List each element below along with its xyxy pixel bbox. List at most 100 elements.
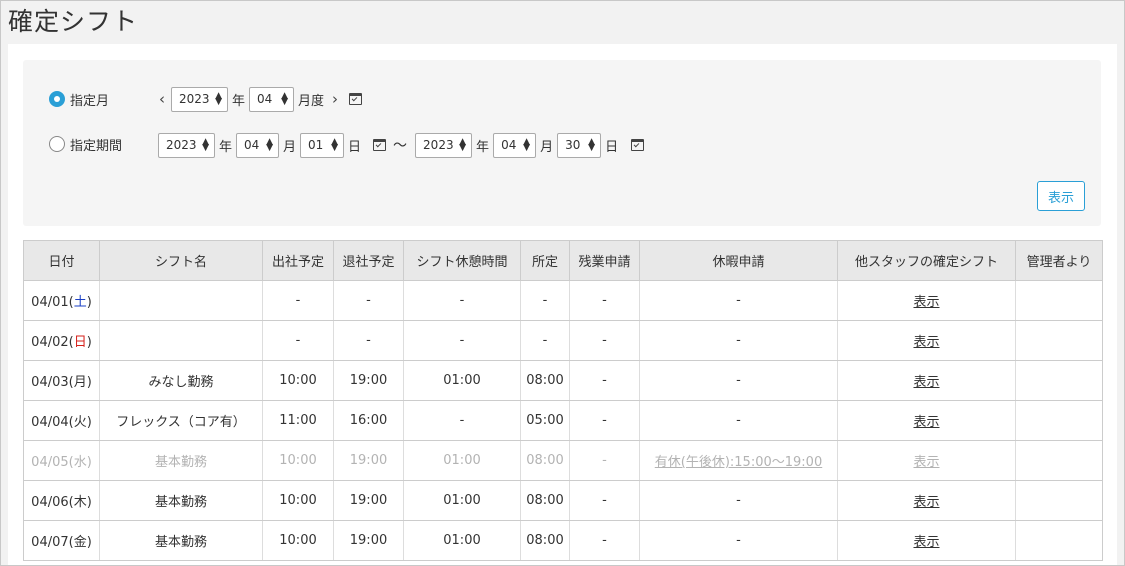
table-row: 04/01(土) - - - - - - 表示 xyxy=(23,280,1103,321)
show-other-staff-link[interactable]: 表示 xyxy=(913,415,939,430)
weekday-label: 木 xyxy=(73,495,87,510)
show-other-staff-link[interactable]: 表示 xyxy=(913,495,939,510)
clock-out-cell: 19:00 xyxy=(333,440,404,481)
weekday-label: 月 xyxy=(73,375,87,390)
column-header: 日付 xyxy=(23,240,100,281)
from-month-select[interactable]: 04 ▲ ▼ xyxy=(236,132,280,158)
show-other-staff-link[interactable]: 表示 xyxy=(913,335,939,350)
date-cell: 04/06(木) xyxy=(23,480,100,521)
break-time-cell: 01:00 xyxy=(403,440,521,481)
clock-out-cell: 19:00 xyxy=(333,360,404,401)
clock-out-cell: - xyxy=(333,280,404,321)
sort-arrows-icon: ▲ ▼ xyxy=(281,91,289,107)
year-unit: 年 xyxy=(232,93,246,109)
admin-note-cell xyxy=(1015,520,1103,561)
day-unit: 日 xyxy=(605,139,619,155)
from-year-select[interactable]: 2023 ▲ ▼ xyxy=(158,132,215,158)
calendar-icon[interactable] xyxy=(349,93,363,105)
admin-note-cell xyxy=(1015,480,1103,521)
from-calendar-icon[interactable] xyxy=(373,139,387,151)
date-cell: 04/01(土) xyxy=(23,280,100,321)
weekday-label: 火 xyxy=(73,415,87,430)
sort-arrows-icon: ▲ ▼ xyxy=(202,137,209,153)
column-header: 管理者より xyxy=(1015,240,1103,281)
shift-name-cell: みなし勤務 xyxy=(99,360,263,401)
leave-request-cell: - xyxy=(639,520,838,561)
table-header-row: 日付 シフト名 出社予定 退社予定 シフト休憩時間 所定 残業申請 休暇申請 他スタッフの確定シ… xyxy=(23,240,1103,281)
leave-request-link[interactable]: 有休(午後休):15:00〜19:00 xyxy=(655,455,822,470)
period-selector: 2023 ▲ ▼ 年 04 ▲ ▼ 月 01 ▲ ▼ 日 〜 2023 ▲ ▼ 年 04 ▲ ▼ 月… xyxy=(158,132,649,158)
period-mode-label[interactable]: 指定期間 xyxy=(70,135,122,154)
clock-in-cell: - xyxy=(262,280,334,321)
show-other-staff-link[interactable]: 表示 xyxy=(913,455,939,470)
month-mode-radio[interactable] xyxy=(49,91,65,107)
other-staff-shift-cell: 表示 xyxy=(837,280,1016,321)
month-mode-month-select[interactable]: 04 ▲ ▼ xyxy=(249,86,295,112)
to-month-select[interactable]: 04 ▲ ▼ xyxy=(493,132,537,158)
column-header: 退社予定 xyxy=(333,240,404,281)
table-row: 04/03(月) みなし勤務 10:00 19:00 01:00 08:00- - 表示 xyxy=(23,360,1103,401)
leave-request-cell: - xyxy=(639,480,838,521)
break-time-cell: - xyxy=(403,280,521,321)
shift-name-cell: 基本勤務 xyxy=(99,480,263,521)
year-unit: 年 xyxy=(219,139,233,155)
admin-note-cell xyxy=(1015,360,1103,401)
range-separator: 〜 xyxy=(393,138,408,154)
clock-out-cell: 19:00 xyxy=(333,520,404,561)
column-header: シフト名 xyxy=(99,240,263,281)
period-mode-radio[interactable] xyxy=(49,136,65,152)
show-other-staff-link[interactable]: 表示 xyxy=(913,535,939,550)
break-time-cell: 01:00 xyxy=(403,520,521,561)
month-unit: 月 xyxy=(540,139,554,155)
clock-out-cell: 19:00 xyxy=(333,480,404,521)
scheduled-hours-cell: 08:00 xyxy=(520,360,570,401)
month-unit: 月度 xyxy=(298,93,325,109)
admin-note-cell xyxy=(1015,320,1103,361)
shift-name-cell: 基本勤務 xyxy=(99,520,263,561)
clock-in-cell: 10:00 xyxy=(262,480,334,521)
column-header: シフト休憩時間 xyxy=(403,240,521,281)
overtime-request-cell: - xyxy=(569,440,640,481)
leave-request-cell: - xyxy=(639,360,838,401)
to-year-select[interactable]: 2023 ▲ ▼ xyxy=(415,132,473,158)
next-month-chevron-icon[interactable]: › xyxy=(332,90,338,108)
overtime-request-cell: - xyxy=(569,520,640,561)
clock-in-cell: - xyxy=(262,320,334,361)
show-other-staff-link[interactable]: 表示 xyxy=(913,375,939,390)
month-selector: ‹ 2023 ▲ ▼ 年 04 ▲ ▼ 月度 › xyxy=(153,86,369,112)
admin-note-cell xyxy=(1015,440,1103,481)
to-calendar-icon[interactable] xyxy=(631,139,645,151)
other-staff-shift-cell: 表示 xyxy=(837,320,1016,361)
sort-arrows-icon: ▲ ▼ xyxy=(331,137,339,153)
weekday-label: 土 xyxy=(73,295,87,310)
scheduled-hours-cell: 08:00 xyxy=(520,440,570,481)
break-time-cell: 01:00 xyxy=(403,360,521,401)
admin-note-cell xyxy=(1015,400,1103,441)
show-button[interactable]: 表示 xyxy=(1037,181,1085,211)
month-mode-label[interactable]: 指定月 xyxy=(70,90,109,109)
other-staff-shift-cell: 表示 xyxy=(837,480,1016,521)
table-row: 04/06(木) 基本勤務 10:00 19:00 01:00 08:00- - 表示 xyxy=(23,480,1103,521)
admin-note-cell xyxy=(1015,280,1103,321)
scheduled-hours-cell: 08:00 xyxy=(520,480,570,521)
sort-arrows-icon: ▲ ▼ xyxy=(266,137,274,153)
year-unit: 年 xyxy=(476,139,490,155)
overtime-request-cell: - xyxy=(569,280,640,321)
sort-arrows-icon: ▲ ▼ xyxy=(459,137,467,153)
date-cell: 04/05(水) xyxy=(23,440,100,481)
break-time-cell: - xyxy=(403,320,521,361)
prev-month-chevron-icon[interactable]: ‹ xyxy=(159,90,165,108)
to-day-select[interactable]: 30 ▲ ▼ xyxy=(557,132,602,158)
show-other-staff-link[interactable]: 表示 xyxy=(913,295,939,310)
other-staff-shift-cell: 表示 xyxy=(837,520,1016,561)
column-header: 出社予定 xyxy=(262,240,334,281)
other-staff-shift-cell: 表示 xyxy=(837,440,1016,481)
shift-table: 日付 シフト名 出社予定 退社予定 シフト休憩時間 所定 残業申請 休暇申請 他スタッフの確定シ… xyxy=(23,240,1103,561)
from-day-select[interactable]: 01 ▲ ▼ xyxy=(300,132,345,158)
month-mode-year-select[interactable]: 2023 ▲ ▼ xyxy=(171,86,228,112)
overtime-request-cell: - xyxy=(569,480,640,521)
date-cell: 04/07(金) xyxy=(23,520,100,561)
column-header: 他スタッフの確定シフト xyxy=(837,240,1016,281)
leave-request-cell: - xyxy=(639,280,838,321)
date-cell: 04/03(月) xyxy=(23,360,100,401)
